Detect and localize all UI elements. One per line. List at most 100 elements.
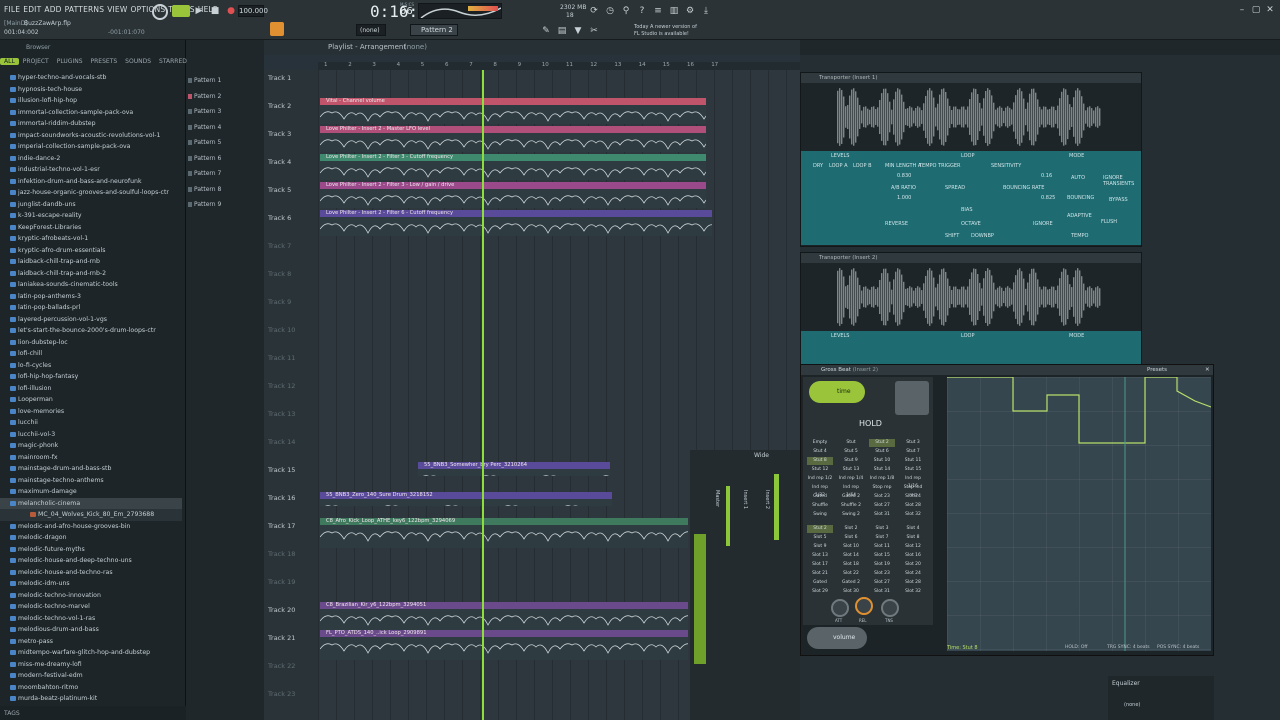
wide-label[interactable]: Wide [754,452,769,459]
preset-slot[interactable]: Stop ind rep [900,484,926,498]
preset-slot[interactable]: Slot 13 [807,552,833,560]
pattern-item[interactable]: Pattern 6 [186,151,264,167]
menu-view[interactable]: VIEW [107,5,127,14]
track-name[interactable]: Track 11 [268,354,295,362]
automation-clip[interactable]: Love Philter - Insert 2 - Filter 3 - Low… [320,182,706,208]
browser-folder-item[interactable]: impact-soundworks-acoustic-revolutions-v… [0,130,182,142]
track-name[interactable]: Track 18 [268,550,295,558]
tab-all[interactable]: ALL [0,57,19,65]
preset-slot[interactable]: Shuffle [807,502,833,510]
record-button[interactable]: ● [224,4,238,18]
pattern-item[interactable]: Pattern 8 [186,182,264,198]
preset-slot[interactable]: Gated 2 [838,579,864,587]
browser-folder-item[interactable]: illusion-lofi-hip-hop [0,95,182,107]
transporter-label-flush[interactable]: FLUSH [1101,219,1117,225]
track-name[interactable]: Track 23 [268,690,295,698]
browser-folder-item[interactable]: mainroom-fx [0,452,182,464]
song-mode-toggle[interactable] [172,5,190,17]
preset-slot[interactable]: Stut 5 [838,448,864,456]
tool-icon-4[interactable]: ✂ [588,24,600,38]
automation-clip[interactable]: Love Philter - Insert 2 - Filter 6 - Cut… [320,210,712,236]
browser-folder-item[interactable]: jazz-house-organic-grooves-and-soulful-l… [0,187,182,199]
browser-folder-item[interactable]: hypnosis-tech-house [0,84,182,96]
preset-slot[interactable]: Slot 31 [869,511,895,519]
mic-icon[interactable]: ⚲ [620,4,632,18]
preset-slot[interactable]: Slot 12 [900,543,926,551]
tab-starred[interactable]: STARRED [155,58,191,65]
pattern-song-icon[interactable] [152,4,168,20]
browser-folder-item[interactable]: midtempo-warfare-glitch-hop-and-dubstep [0,647,182,659]
menu-file[interactable]: FILE [4,5,20,14]
automation-clip[interactable]: Love Philter - Insert 2 - Master LFO lev… [320,126,706,152]
preset-slot[interactable]: Gated [807,493,833,501]
download-icon[interactable]: ⤓ [700,4,712,18]
preset-slot[interactable]: Slot 22 [838,570,864,578]
preset-slot[interactable]: Stut 15 [900,466,926,474]
pattern-item[interactable]: Pattern 5 [186,135,264,151]
preset-slot[interactable]: Stut 6 [869,448,895,456]
preset-slot[interactable]: Slot 11 [869,543,895,551]
preset-slot[interactable]: Stut 3 [900,439,926,447]
transporter-label-adaptive[interactable]: ADAPTIVE [1067,213,1092,219]
preset-slot[interactable]: Gated 2 [838,493,864,501]
trg-sync[interactable]: TRG SYNC: 4 beats [1107,645,1150,650]
track-name[interactable]: Track 13 [268,410,295,418]
help-icon[interactable]: ? [636,4,648,18]
track-name[interactable]: Track 17 [268,522,295,530]
audio-clip[interactable]: C8_Brazilian_Kir_y6_122bpm_3294051 [320,602,688,630]
track-name[interactable]: Track 8 [268,270,291,278]
preset-slot[interactable]: Stut 12 [807,466,833,474]
preset-slot[interactable]: Stut 9 [838,457,864,465]
track-name[interactable]: Track 16 [268,494,295,502]
preset-slot[interactable]: Slot 27 [869,579,895,587]
refresh-icon[interactable]: ⟳ [588,4,600,18]
browser-folder-item[interactable]: immortal-riddim-dubstep [0,118,182,130]
track-name[interactable]: Track 1 [268,74,291,82]
browser-folder-item[interactable]: let's-start-the-bounce-2000's-drum-loops… [0,325,182,337]
minimize-icon[interactable]: – [1236,3,1248,17]
transporter-label-bouncing[interactable]: BOUNCING [1067,195,1094,201]
tab-plugins[interactable]: PLUGINS [53,58,87,65]
browser-folder-item[interactable]: melodic-house-and-deep-techno-uns [0,555,182,567]
browser-folder-item[interactable]: latin-pop-anthems-3 [0,291,182,303]
preset-slot[interactable]: Swing 2 [838,511,864,519]
snap-select[interactable]: (none) [356,24,386,36]
preset-slot[interactable]: Gated [807,579,833,587]
preset-slot[interactable]: Shuffle 2 [838,502,864,510]
mixer-ch-insert2[interactable]: Insert 2 [764,490,770,509]
track-name[interactable]: Track 9 [268,298,291,306]
preset-slot[interactable]: Slot 21 [807,570,833,578]
browser-folder-item[interactable]: kryptic-afro-drum-essentials [0,245,182,257]
menu-add[interactable]: ADD [44,5,61,14]
preset-slot[interactable]: Stut 11 [900,457,926,465]
browser-folder-item[interactable]: melodic-techno-vol-1-ras [0,613,182,625]
tab-presets[interactable]: PRESETS [87,58,122,65]
menu-edit[interactable]: EDIT [23,5,41,14]
preset-slot[interactable]: Slot 23 [869,493,895,501]
browser-folder-item[interactable]: laniakea-sounds-cinematic-tools [0,279,182,291]
browser-folder-item[interactable]: infektion-drum-and-bass-and-neurofunk [0,176,182,188]
browser-folder-item[interactable]: lucchii [0,417,182,429]
preset-slot[interactable]: Ind rep 1/2 [807,475,833,483]
preset-slot[interactable]: Stut 7 [900,448,926,456]
browser-folder-item[interactable]: latin-pop-ballads-prl [0,302,182,314]
xy-pad[interactable] [895,381,929,415]
tab-sounds[interactable]: SOUNDS [121,58,155,65]
track-name[interactable]: Track 22 [268,662,295,670]
track-name[interactable]: Track 21 [268,634,295,642]
preset-slot[interactable]: Ind rep 1/32 [807,484,833,498]
browser-folder-item[interactable]: layered-percussion-vol-1-vgs [0,314,182,326]
browser-folder-item[interactable]: lucchii-vol-3 [0,429,182,441]
envelope-editor[interactable] [947,377,1211,651]
preset-slot[interactable]: Slot 3 [869,525,895,533]
preset-slot[interactable]: Stut [838,439,864,447]
restore-icon[interactable]: ▢ [1250,3,1262,17]
audio-clip[interactable]: FL_PTO_ATDS_140_..ick Loop_2909891 [320,630,688,660]
browser-folder-item[interactable]: moombahton-ritmo [0,682,182,694]
mixer-icon[interactable]: ≡ [652,4,664,18]
browser-folder-item[interactable]: lofi-hip-hop-fantasy [0,371,182,383]
track-name[interactable]: Track 4 [268,158,291,166]
browser-folder-item[interactable]: junglist-dandb-uns [0,199,182,211]
pattern-item[interactable]: Pattern 3 [186,104,264,120]
tempo-icon[interactable]: ◷ [604,4,616,18]
